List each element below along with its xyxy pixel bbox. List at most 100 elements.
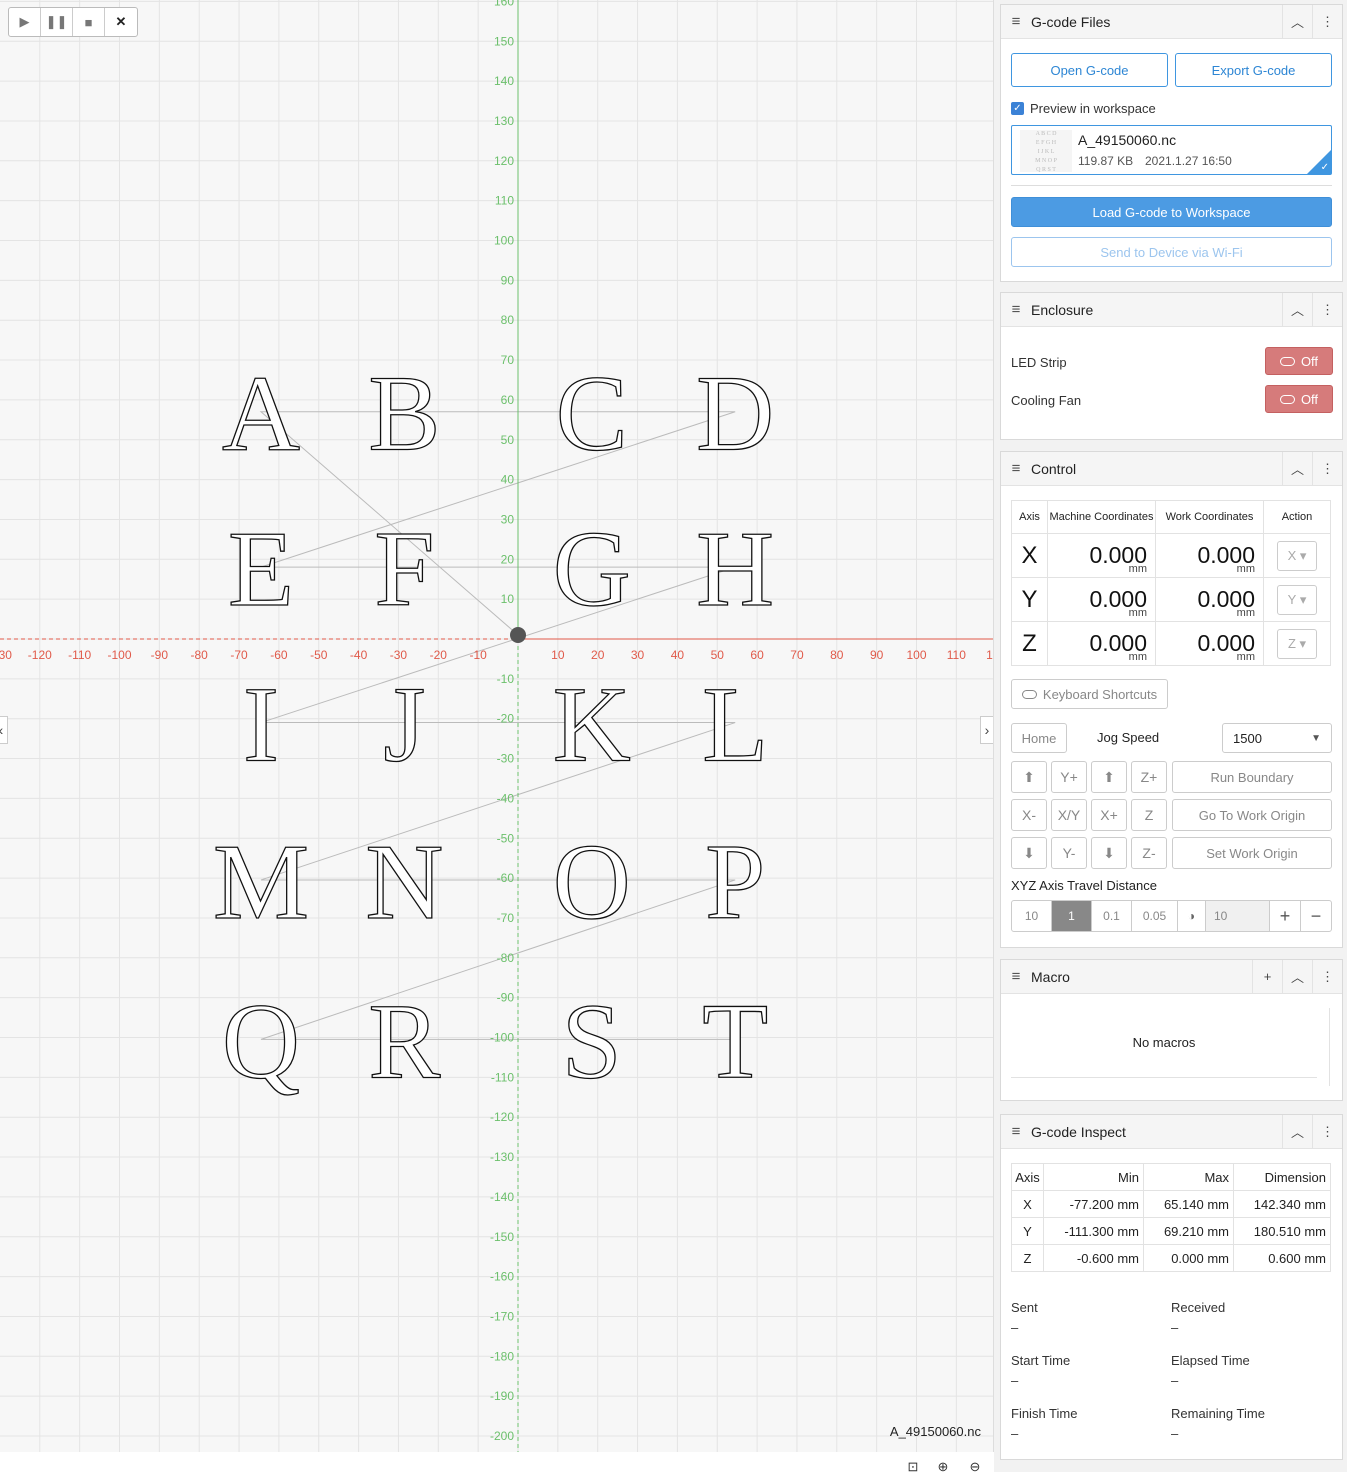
send-wifi-button[interactable]: Send to Device via Wi-Fi [1011, 237, 1332, 267]
load-gcode-button[interactable]: Load G-code to Workspace [1011, 197, 1332, 227]
x-action-dropdown[interactable]: X ▾ [1277, 540, 1317, 571]
letter-glyph: T [702, 982, 768, 1101]
unit-label: mm [1128, 563, 1147, 575]
fit-view-icon[interactable]: ⊡ [904, 1458, 922, 1472]
y-tick-label: -70 [497, 911, 515, 925]
custom-distance-input[interactable]: 10 [1206, 901, 1270, 931]
chevron-left-icon[interactable]: ‹ [0, 716, 8, 744]
y-tick-label: -90 [497, 991, 515, 1005]
export-gcode-button[interactable]: Export G-code [1175, 53, 1332, 87]
travel-option-1[interactable]: 1 [1052, 901, 1092, 931]
play-button[interactable]: ▶ [9, 8, 41, 36]
chevron-right-icon[interactable]: › [980, 716, 993, 744]
y-minus-button[interactable]: Y- [1051, 837, 1087, 869]
jog-speed-select[interactable]: 1500 ▼ [1222, 723, 1332, 753]
more-options-icon[interactable]: ⋮ [1312, 292, 1342, 327]
widget-header: ≡ Macro + ︿ ⋮ [1001, 959, 1342, 994]
x-tick-label: 40 [671, 648, 685, 662]
more-options-icon[interactable]: ⋮ [1312, 451, 1342, 486]
dimension-cell: 180.510 mm [1233, 1217, 1331, 1245]
machine-header: Machine Coordinates [1047, 500, 1156, 534]
cooling-fan-toggle[interactable]: Off [1265, 385, 1333, 413]
workspace-canvas[interactable]: ABCD EFGH IJ KL MNOP QR ST -130 -120 -110 -100 -90… [0, 0, 994, 1452]
z-minus-button[interactable]: Z- [1131, 837, 1167, 869]
arrow-down-icon[interactable]: ⬇ [1011, 837, 1047, 869]
y-plus-button[interactable]: Y+ [1051, 761, 1087, 793]
add-macro-icon[interactable]: + [1252, 959, 1282, 994]
more-options-icon[interactable]: ⋮ [1312, 4, 1342, 39]
go-to-work-origin-button[interactable]: Go To Work Origin [1172, 799, 1332, 831]
close-button[interactable]: ✕ [105, 8, 137, 36]
y-tick-label: -150 [490, 1230, 514, 1244]
y-tick-label: -10 [497, 672, 515, 686]
remaining-time-value: – [1171, 1426, 1179, 1441]
scrollbar[interactable] [1329, 1008, 1330, 1086]
x-tick-label: 20 [591, 648, 605, 662]
file-card[interactable]: A B C DE F G HI J K LM N O PQ R S T A_49… [1011, 125, 1332, 175]
y-tick-label: -80 [497, 951, 515, 965]
travel-option-10[interactable]: 10 [1012, 901, 1052, 931]
x-tick-label: -10 [469, 648, 487, 662]
more-options-icon[interactable]: ⋮ [1312, 1114, 1342, 1149]
travel-option-0-05[interactable]: 0.05 [1132, 901, 1178, 931]
x-tick-label: -130 [0, 648, 12, 662]
drag-handle-icon[interactable]: ≡ [1001, 968, 1031, 985]
x-tick-label: 50 [711, 648, 725, 662]
collapse-icon[interactable]: ︿ [1282, 959, 1312, 994]
collapse-icon[interactable]: ︿ [1282, 451, 1312, 486]
z-action-dropdown[interactable]: Z ▾ [1277, 628, 1317, 659]
more-options-icon[interactable]: ⋮ [1312, 959, 1342, 994]
arrow-down-icon[interactable]: ⬇ [1091, 837, 1127, 869]
zoom-in-icon[interactable]: ⊕ [934, 1458, 952, 1472]
travel-distance-label: XYZ Axis Travel Distance [1011, 878, 1157, 893]
z-home-button[interactable]: Z [1131, 799, 1167, 831]
custom-toggle-icon[interactable]: ◑ [1178, 901, 1206, 931]
x-plus-button[interactable]: X+ [1091, 799, 1127, 831]
led-strip-toggle[interactable]: Off [1265, 347, 1333, 375]
y-tick-label: 100 [494, 234, 514, 248]
xy-home-button[interactable]: X/Y [1051, 799, 1087, 831]
enclosure-widget: ≡ Enclosure ︿ ⋮ LED Strip Off Cooling Fa… [1000, 292, 1343, 440]
run-boundary-button[interactable]: Run Boundary [1172, 761, 1332, 793]
drag-handle-icon[interactable]: ≡ [1001, 13, 1031, 30]
drag-handle-icon[interactable]: ≡ [1001, 301, 1031, 318]
dimension-cell: 142.340 mm [1233, 1190, 1331, 1218]
widget-title: Control [1031, 460, 1077, 477]
preview-checkbox[interactable]: ✓ [1011, 102, 1024, 115]
right-panel: ≡ G-code Files ︿ ⋮ Open G-code Export G-… [994, 0, 1347, 1472]
received-value: – [1171, 1320, 1179, 1335]
collapse-icon[interactable]: ︿ [1282, 292, 1312, 327]
zoom-out-icon[interactable]: ⊖ [966, 1458, 984, 1472]
collapse-icon[interactable]: ︿ [1282, 1114, 1312, 1149]
y-tick-label: 50 [501, 433, 515, 447]
drag-handle-icon[interactable]: ≡ [1001, 1123, 1031, 1140]
y-action-dropdown[interactable]: Y ▾ [1277, 584, 1317, 615]
gcode-preview-letters: A B C D E F G H I J K L M N O P Q R S T [212, 354, 775, 1102]
keyboard-shortcuts-button[interactable]: Keyboard Shortcuts [1011, 679, 1168, 709]
collapse-icon[interactable]: ︿ [1282, 4, 1312, 39]
pause-button[interactable]: ❚❚ [41, 8, 73, 36]
y-tick-label: -40 [497, 791, 515, 805]
x-tick-label: -30 [390, 648, 408, 662]
workspace-svg[interactable]: ABCD EFGH IJ KL MNOP QR ST -130 -120 -110 -100 -90… [0, 0, 994, 1452]
letter-glyph: E [228, 510, 294, 629]
stop-button[interactable]: ■ [73, 8, 105, 36]
axis-cell: Z [1011, 1244, 1044, 1272]
letter-glyph: R [368, 982, 440, 1101]
unit-label: mm [1236, 607, 1255, 619]
z-plus-button[interactable]: Z+ [1131, 761, 1167, 793]
open-gcode-button[interactable]: Open G-code [1011, 53, 1168, 87]
plus-icon[interactable]: + [1270, 901, 1301, 931]
minus-icon[interactable]: − [1301, 901, 1331, 931]
arrow-up-icon[interactable]: ⬆ [1011, 761, 1047, 793]
travel-option-0-1[interactable]: 0.1 [1092, 901, 1132, 931]
home-button[interactable]: Home [1011, 723, 1067, 753]
set-work-origin-button[interactable]: Set Work Origin [1172, 837, 1332, 869]
sent-label: Sent [1011, 1300, 1038, 1315]
drag-handle-icon[interactable]: ≡ [1001, 460, 1031, 477]
arrow-up-icon[interactable]: ⬆ [1091, 761, 1127, 793]
y-tick-label: 70 [501, 353, 515, 367]
y-tick-label: 140 [494, 74, 514, 88]
x-minus-button[interactable]: X- [1011, 799, 1047, 831]
x-tick-label: -50 [310, 648, 328, 662]
